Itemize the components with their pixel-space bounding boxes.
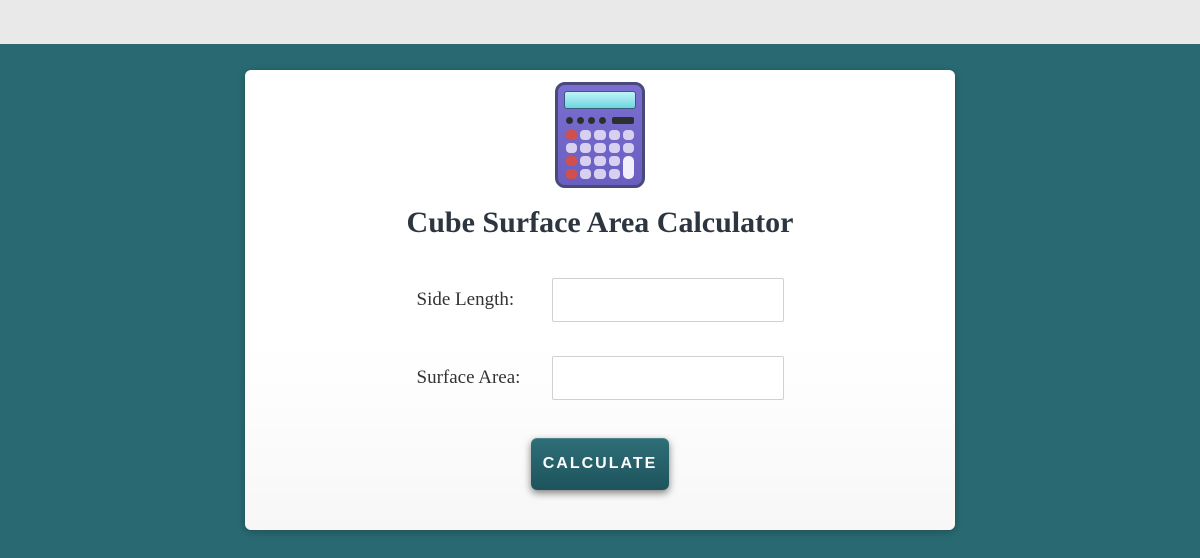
- calculate-button[interactable]: CALCULATE: [531, 438, 669, 490]
- page-background: Cube Surface Area Calculator Side Length…: [0, 44, 1200, 558]
- surface-area-row: Surface Area:: [417, 356, 784, 400]
- surface-area-output[interactable]: [552, 356, 784, 400]
- top-banner: [0, 0, 1200, 44]
- calculator-icon: [555, 82, 645, 188]
- calculator-card: Cube Surface Area Calculator Side Length…: [245, 70, 955, 530]
- page-title: Cube Surface Area Calculator: [325, 206, 875, 240]
- side-length-input[interactable]: [552, 278, 784, 322]
- surface-area-label: Surface Area:: [417, 367, 552, 389]
- side-length-row: Side Length:: [417, 278, 784, 322]
- side-length-label: Side Length:: [417, 289, 552, 311]
